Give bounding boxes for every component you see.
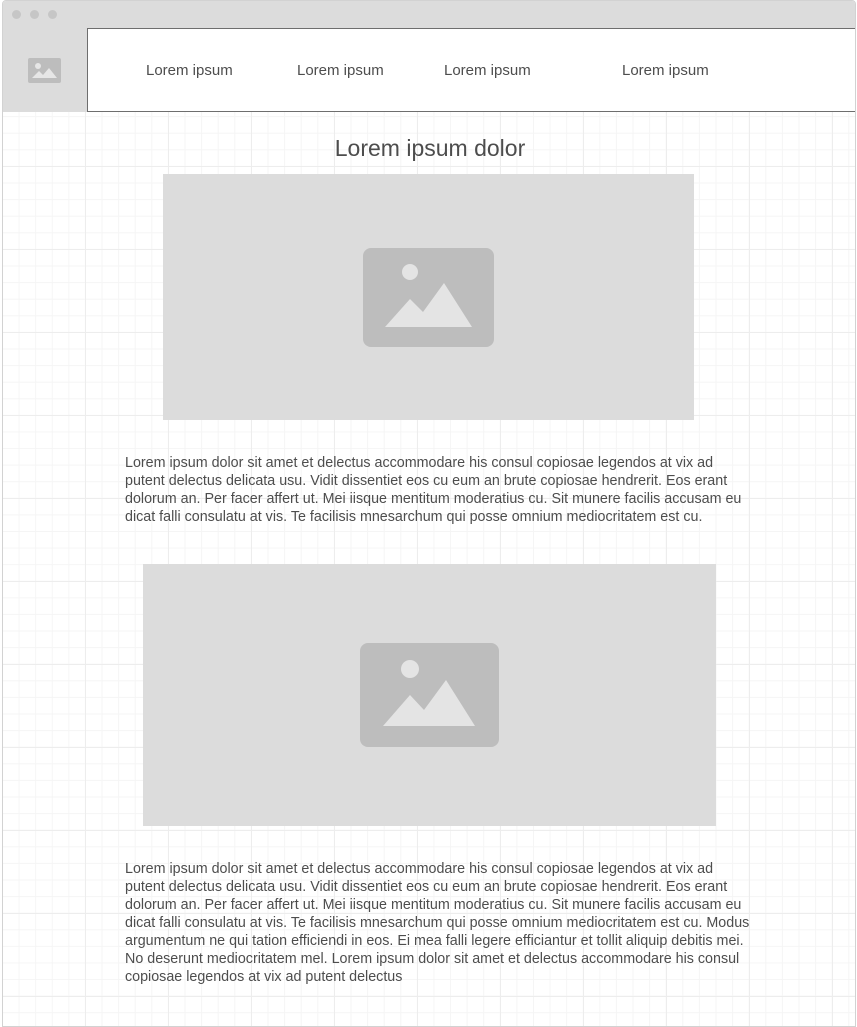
window-titlebar — [3, 1, 855, 28]
page-title: Lorem ipsum dolor — [334, 135, 526, 161]
minimize-dot[interactable] — [30, 10, 39, 19]
nav-item-4[interactable]: Lorem ipsum — [622, 62, 709, 79]
image-icon — [28, 58, 61, 88]
logo-placeholder[interactable] — [3, 28, 87, 112]
body-paragraph-2: Lorem ipsum dolor sit amet et delectus a… — [125, 861, 750, 985]
nav-item-2[interactable]: Lorem ipsum — [297, 62, 384, 79]
maximize-dot[interactable] — [48, 10, 57, 19]
content-image-placeholder — [143, 564, 716, 826]
image-icon — [360, 643, 499, 747]
top-navigation: Lorem ipsum Lorem ipsum Lorem ipsum Lore… — [87, 28, 855, 112]
hero-image-placeholder — [163, 174, 694, 420]
nav-item-1[interactable]: Lorem ipsum — [146, 62, 233, 79]
image-icon — [363, 248, 494, 347]
browser-window: Lorem ipsum Lorem ipsum Lorem ipsum Lore… — [2, 0, 856, 1027]
nav-item-3[interactable]: Lorem ipsum — [444, 62, 531, 79]
body-paragraph-1: Lorem ipsum dolor sit amet et delectus a… — [125, 455, 742, 525]
close-dot[interactable] — [12, 10, 21, 19]
